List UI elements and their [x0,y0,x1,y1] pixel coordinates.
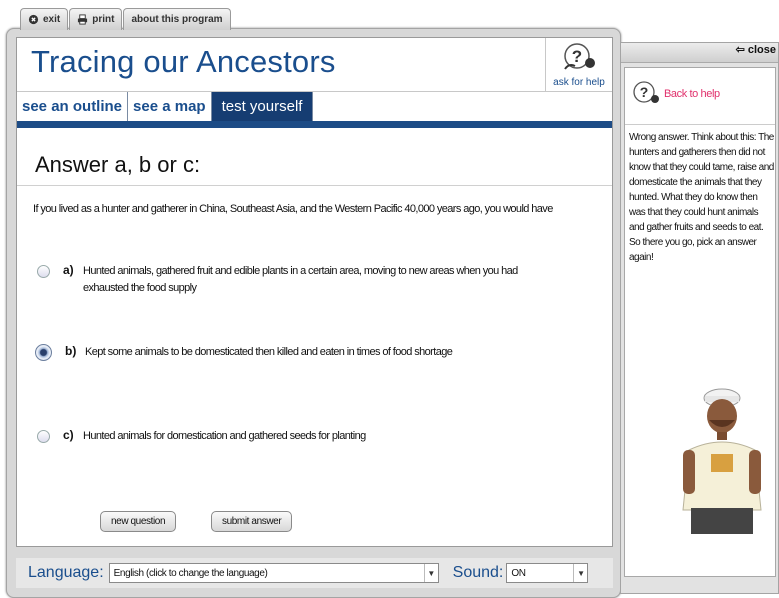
print-menu-item[interactable]: print [69,8,123,30]
back-to-help-label: Back to help [664,88,720,100]
content-panel: Tracing our Ancestors ? ask for help see… [16,37,613,547]
close-icon: ⇦ [735,44,745,56]
exit-icon [28,14,39,25]
option-letter-a: a) [63,263,74,277]
tab-see-a-map[interactable]: see a map [128,92,212,121]
divider [625,124,775,125]
help-side-panel: ⇦ close ? Back to help Wrong answer. Thi… [620,42,779,594]
sound-value: ON [511,567,526,579]
option-text-b: Kept some animals to be domesticated the… [85,346,453,358]
close-button[interactable]: ⇦ close [621,43,778,63]
help-question-icon: ? [633,81,659,103]
bottom-bar: Language: English (click to change the l… [16,558,613,588]
new-question-button[interactable]: new question [100,511,177,532]
radio-button-a[interactable] [37,265,50,278]
answer-option-b[interactable]: b) Kept some animals to be domesticated … [35,344,540,361]
help-content: ? Back to help Wrong answer. Think about… [624,67,776,577]
about-label: about this program [131,14,223,25]
language-select[interactable]: English (click to change the language) ▼ [108,563,439,583]
main-window: Tracing our Ancestors ? ask for help see… [6,28,621,598]
radio-button-b-selected[interactable] [35,344,52,361]
tab-test-yourself[interactable]: test yourself [211,92,314,121]
tab-see-an-outline[interactable]: see an outline [17,92,129,121]
guide-character-image [682,388,762,534]
ask-for-help-button[interactable]: ? ask for help [545,38,612,92]
exit-label: exit [43,14,61,25]
option-text-c: Hunted animals for domestication and gat… [83,430,366,442]
title-bar: Tracing our Ancestors ? ask for help [17,38,612,92]
app-title: Tracing our Ancestors [31,44,336,79]
option-letter-c: c) [63,428,74,442]
question-text: If you lived as a hunter and gatherer in… [33,203,553,215]
sound-label: Sound: [452,564,504,581]
sound-select[interactable]: ON ▼ [506,563,589,583]
feedback-text: Wrong answer. Think about this: The hunt… [629,132,774,263]
ask-for-help-label: ask for help [553,77,605,88]
about-menu-item[interactable]: about this program [123,8,231,30]
language-label: Language: [28,564,104,581]
tab-bar: see an outline see a map test yourself [17,92,612,128]
option-text-a: Hunted animals, gathered fruit and edibl… [83,265,518,294]
top-menu: exit print about this program [20,8,232,30]
svg-text:?: ? [640,84,649,100]
radio-button-c[interactable] [37,430,50,443]
exit-menu-item[interactable]: exit [20,8,69,30]
divider [17,185,612,186]
question-heading: Answer a, b or c: [35,152,201,177]
chevron-down-icon: ▼ [573,564,587,582]
language-value: English (click to change the language) [113,567,268,579]
print-label: print [92,14,115,25]
answer-option-a[interactable]: a) Hunted animals, gathered fruit and ed… [37,263,538,297]
help-question-icon: ? [564,43,595,70]
close-label: close [747,44,776,56]
option-letter-b: b) [65,344,77,358]
answer-option-c[interactable]: c) Hunted animals for domestication and … [37,428,538,445]
back-to-help-link[interactable]: ? Back to help [631,74,720,114]
printer-icon [78,14,88,25]
submit-answer-button[interactable]: submit answer [211,511,293,532]
svg-text:?: ? [572,47,582,66]
chevron-down-icon: ▼ [423,564,438,582]
